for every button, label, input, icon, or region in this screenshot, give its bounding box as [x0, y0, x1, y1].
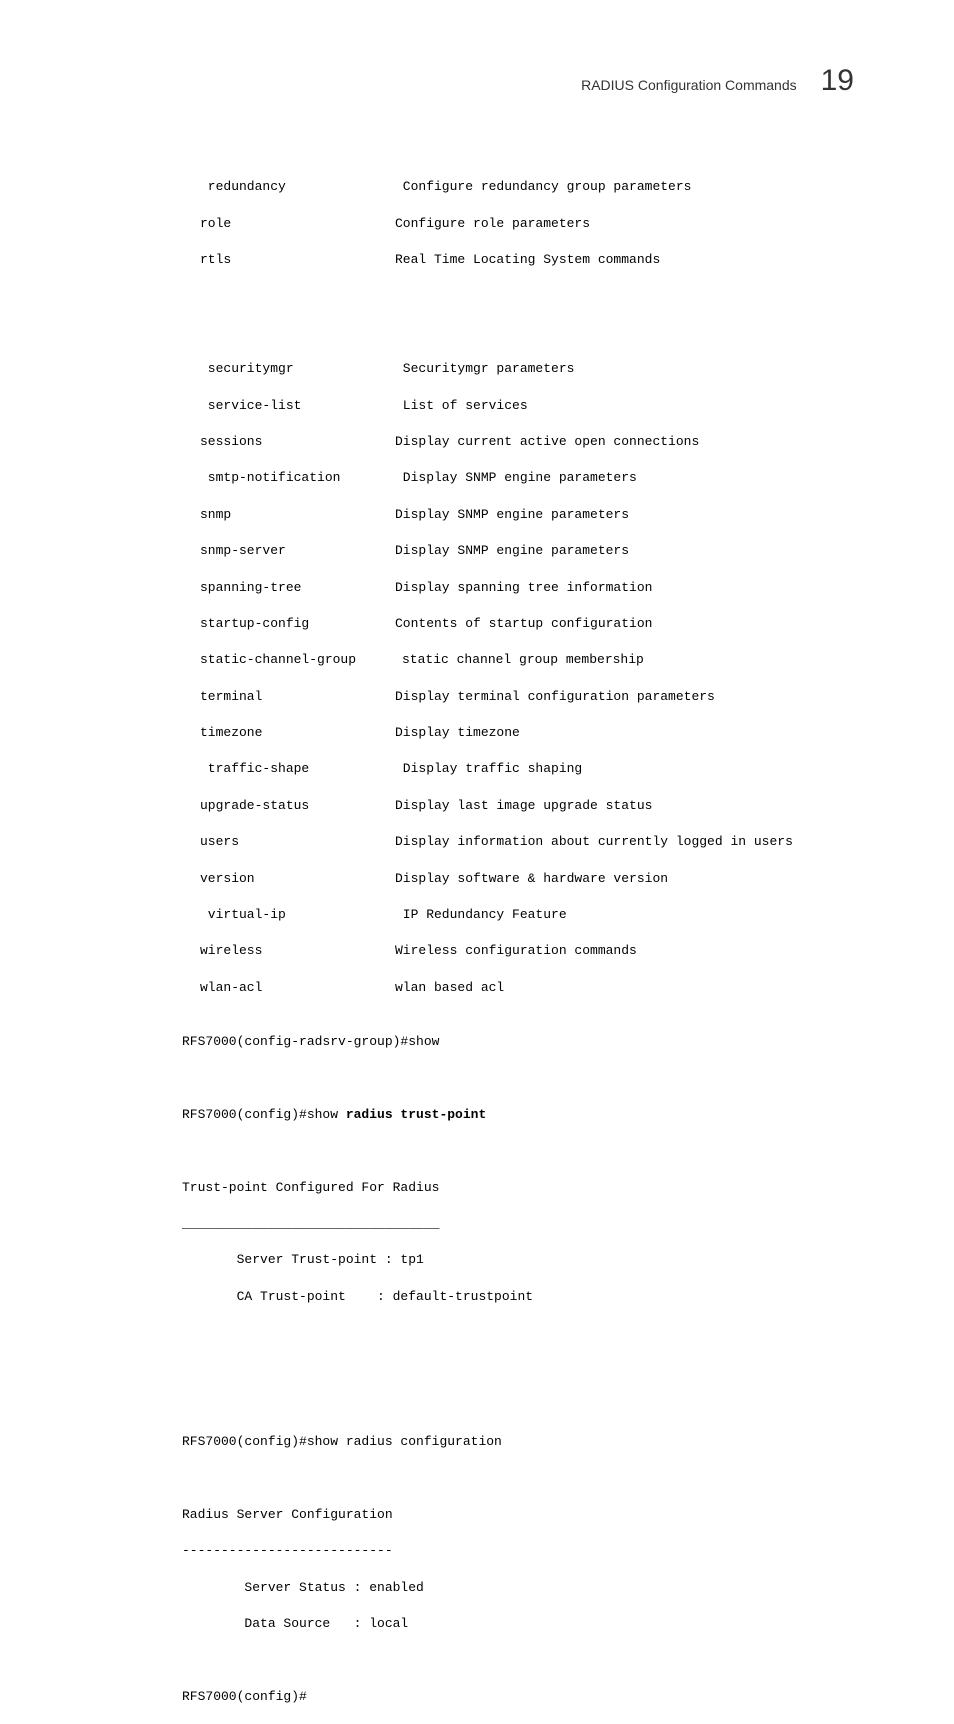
trustpoint-line: Server Trust-point : tp1 [182, 1251, 854, 1269]
cmd-row: redundancy Configure redundancy group pa… [200, 178, 854, 196]
cmd-name: rtls [200, 251, 395, 269]
command-block-2: securitymgr Securitymgr parameters servi… [200, 342, 854, 1015]
cmd-row: startup-configContents of startup config… [200, 615, 854, 633]
cmd-name: redundancy [200, 178, 395, 196]
header-title: RADIUS Configuration Commands [581, 76, 797, 96]
cmd-row: versionDisplay software & hardware versi… [200, 870, 854, 888]
page-header: RADIUS Configuration Commands 19 [100, 60, 854, 102]
cmd-name: securitymgr [200, 360, 395, 378]
blank-line [200, 1397, 854, 1415]
trustpoint-cmd-prefix: RFS7000(config)#show [182, 1107, 346, 1122]
cmd-row: rtlsReal Time Locating System commands [200, 251, 854, 269]
cmd-row: roleConfigure role parameters [200, 215, 854, 233]
trustpoint-line: CA Trust-point : default-trustpoint [182, 1288, 854, 1306]
command-block-1: redundancy Configure redundancy group pa… [200, 160, 854, 287]
blank-line [200, 1070, 854, 1088]
cmd-desc: Configure role parameters [395, 215, 590, 233]
cmd-desc: Display SNMP engine parameters [395, 542, 629, 560]
cmd-name: spanning-tree [200, 579, 395, 597]
cmd-desc: Display SNMP engine parameters [395, 469, 637, 487]
trustpoint-header: Trust-point Configured For Radius [182, 1179, 854, 1197]
cmd-row: service-list List of services [200, 397, 854, 415]
cmd-desc: Display last image upgrade status [395, 797, 652, 815]
radius-cfg-header: Radius Server Configuration [182, 1506, 854, 1524]
blank-line [200, 1324, 854, 1342]
trustpoint-cmd-bold: radius trust-point [346, 1107, 486, 1122]
cmd-desc: Display traffic shaping [395, 760, 582, 778]
cmd-name: sessions [200, 433, 395, 451]
cmd-row: usersDisplay information about currently… [200, 833, 854, 851]
cmd-row: sessionsDisplay current active open conn… [200, 433, 854, 451]
blank-line [200, 1470, 854, 1488]
cmd-name: users [200, 833, 395, 851]
cmd-desc: Display information about currently logg… [395, 833, 793, 851]
cmd-row: spanning-treeDisplay spanning tree infor… [200, 579, 854, 597]
show-prompt-line: RFS7000(config-radsrv-group)#show [182, 1033, 854, 1051]
cmd-name: wlan-acl [200, 979, 395, 997]
radius-cfg-line: Data Source : local [182, 1615, 854, 1633]
cmd-name: snmp-server [200, 542, 395, 560]
cmd-desc: Display timezone [395, 724, 520, 742]
cmd-row: snmpDisplay SNMP engine parameters [200, 506, 854, 524]
cmd-name: smtp-notification [200, 469, 395, 487]
cmd-name: terminal [200, 688, 395, 706]
radius-cfg-sep: --------------------------- [182, 1542, 854, 1560]
cmd-name: snmp [200, 506, 395, 524]
cmd-name: virtual-ip [200, 906, 395, 924]
cmd-row: timezoneDisplay timezone [200, 724, 854, 742]
cmd-row: upgrade-statusDisplay last image upgrade… [200, 797, 854, 815]
cmd-desc: Display SNMP engine parameters [395, 506, 629, 524]
cmd-name: upgrade-status [200, 797, 395, 815]
cmd-desc: Contents of startup configuration [395, 615, 652, 633]
cmd-name: timezone [200, 724, 395, 742]
cmd-name: role [200, 215, 395, 233]
cmd-desc: Display terminal configuration parameter… [395, 688, 715, 706]
cmd-name: startup-config [200, 615, 395, 633]
header-chapter: 19 [821, 60, 854, 102]
cmd-name: static-channel-group [200, 651, 402, 669]
cmd-name: version [200, 870, 395, 888]
cmd-desc: static channel group membership [402, 651, 644, 669]
cmd-row: virtual-ip IP Redundancy Feature [200, 906, 854, 924]
cmd-row: snmp-serverDisplay SNMP engine parameter… [200, 542, 854, 560]
cmd-desc: IP Redundancy Feature [395, 906, 567, 924]
document-body: redundancy Configure redundancy group pa… [200, 142, 854, 1724]
cmd-desc: Display software & hardware version [395, 870, 668, 888]
cmd-name: service-list [200, 397, 395, 415]
cmd-desc: List of services [395, 397, 528, 415]
cmd-row: securitymgr Securitymgr parameters [200, 360, 854, 378]
trustpoint-cmd-line: RFS7000(config)#show radius trust-point [182, 1106, 854, 1124]
radius-cfg-cmd: RFS7000(config)#show radius configuratio… [182, 1433, 854, 1451]
cmd-row: wlan-aclwlan based acl [200, 979, 854, 997]
cmd-name: wireless [200, 942, 395, 960]
cmd-row: smtp-notification Display SNMP engine pa… [200, 469, 854, 487]
radius-cfg-line: Server Status : enabled [182, 1579, 854, 1597]
blank-line [200, 306, 854, 324]
final-prompt: RFS7000(config)# [182, 1688, 854, 1706]
cmd-name: traffic-shape [200, 760, 395, 778]
cmd-row: wirelessWireless configuration commands [200, 942, 854, 960]
blank-line [200, 1142, 854, 1160]
cmd-desc: Securitymgr parameters [395, 360, 574, 378]
blank-line [200, 1652, 854, 1670]
cmd-desc: Display spanning tree information [395, 579, 652, 597]
cmd-row: static-channel-groupstatic channel group… [200, 651, 854, 669]
cmd-desc: Real Time Locating System commands [395, 251, 660, 269]
cmd-desc: Display current active open connections [395, 433, 699, 451]
cmd-row: terminalDisplay terminal configuration p… [200, 688, 854, 706]
trustpoint-sep: _________________________________ [182, 1215, 854, 1233]
cmd-desc: Wireless configuration commands [395, 942, 637, 960]
blank-line [200, 1361, 854, 1379]
cmd-desc: wlan based acl [395, 979, 504, 997]
cmd-row: traffic-shape Display traffic shaping [200, 760, 854, 778]
cmd-desc: Configure redundancy group parameters [395, 178, 691, 196]
